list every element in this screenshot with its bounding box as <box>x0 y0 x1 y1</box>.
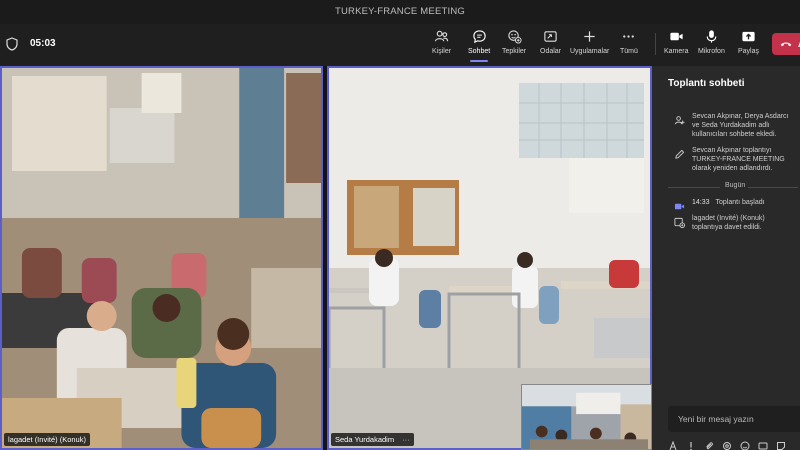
more-button[interactable]: Tümü <box>620 29 638 61</box>
meeting-timer: 05:03 <box>30 38 56 49</box>
event-time: 14:33 <box>692 199 710 206</box>
chat-icon <box>472 30 486 44</box>
participant-name-tag: Seda Yurdakadim ··· <box>331 433 414 446</box>
message-input[interactable] <box>668 406 800 432</box>
loop-icon[interactable] <box>722 438 732 450</box>
rooms-button[interactable]: Odalar <box>540 29 561 61</box>
meeting-toolbar: 05:03 Kişiler Sohbet Tepkiler Odalar Uyg… <box>0 24 800 64</box>
people-added-icon <box>674 113 685 125</box>
format-icon[interactable] <box>668 438 678 450</box>
rooms-label: Odalar <box>540 48 562 55</box>
microphone-icon <box>706 30 717 43</box>
participant-name: lagadet (Invité) (Konuk) <box>8 435 86 444</box>
more-label: Tümü <box>620 48 638 55</box>
apps-button[interactable]: Uygulamalar <box>570 29 609 61</box>
reactions-icon <box>507 30 522 44</box>
rooms-icon <box>544 31 557 42</box>
sticker-icon[interactable] <box>776 438 786 450</box>
apps-icon <box>584 31 595 42</box>
people-label: Kişiler <box>432 48 452 55</box>
self-view-preview[interactable] <box>521 384 652 450</box>
gif-icon[interactable] <box>758 438 768 450</box>
share-button[interactable]: Paylaş <box>738 29 759 61</box>
reactions-button[interactable]: Tepkiler <box>502 29 526 61</box>
emoji-icon[interactable] <box>740 438 750 450</box>
camera-label: Kamera <box>664 48 689 55</box>
chat-panel-title: Toplantı sohbeti <box>668 78 745 89</box>
leave-button[interactable]: A <box>772 33 800 55</box>
self-view-feed <box>522 385 651 449</box>
participant-name: Seda Yurdakadim <box>335 435 395 444</box>
participant-video-tile[interactable]: lagadet (Invité) (Konuk) <box>0 66 323 450</box>
pencil-icon <box>674 147 685 159</box>
chat-button[interactable]: Sohbet <box>468 29 491 62</box>
people-icon <box>434 30 449 42</box>
composer-toolbar <box>668 438 786 450</box>
attach-icon[interactable] <box>704 438 714 450</box>
toolbar-divider <box>655 33 656 55</box>
urgent-icon[interactable] <box>686 438 696 450</box>
message-composer[interactable] <box>668 406 800 432</box>
camera-icon <box>670 32 683 41</box>
more-icon <box>623 35 635 38</box>
participant-more-options[interactable]: ··· <box>402 435 410 444</box>
chat-event-text: lagadet (Invité) (Konuk) toplantıya dave… <box>692 215 765 231</box>
hang-up-icon <box>780 42 792 47</box>
camera-button[interactable]: Kamera <box>664 29 689 61</box>
shield-icon[interactable] <box>6 37 18 51</box>
event-description: Toplantı başladı <box>715 199 765 206</box>
share-label: Paylaş <box>738 48 760 55</box>
day-separator-label: Bugün <box>725 182 746 189</box>
chat-event-text: Sevcan Akpınar toplantıyı TURKEY-FRANCE … <box>692 147 785 172</box>
window-title: TURKEY-FRANCE MEETING <box>0 0 800 24</box>
share-icon <box>742 31 755 42</box>
chat-event-text: 14:33 Toplantı başladı <box>692 198 796 207</box>
participant-name-tag: lagadet (Invité) (Konuk) <box>4 433 90 446</box>
apps-label: Uygulamalar <box>570 48 610 55</box>
microphone-button[interactable]: Mikrofon <box>698 29 725 61</box>
chat-event-text: Sevcan Akpınar, Derya Asdarcı ve Seda Yu… <box>692 113 789 138</box>
day-separator: Bugün <box>668 182 798 192</box>
people-button[interactable]: Kişiler <box>432 29 451 61</box>
video-icon <box>674 199 685 210</box>
classroom-video-feed <box>2 68 321 448</box>
meeting-chat-panel: Toplantı sohbeti Sevcan Akpınar, Derya A… <box>652 66 800 450</box>
invite-icon <box>674 215 685 228</box>
microphone-label: Mikrofon <box>698 48 725 55</box>
chat-label: Sohbet <box>468 48 491 55</box>
reactions-label: Tepkiler <box>502 48 527 55</box>
video-stage: lagadet (Invité) (Konuk) Seda Yurdakadim… <box>0 66 652 450</box>
